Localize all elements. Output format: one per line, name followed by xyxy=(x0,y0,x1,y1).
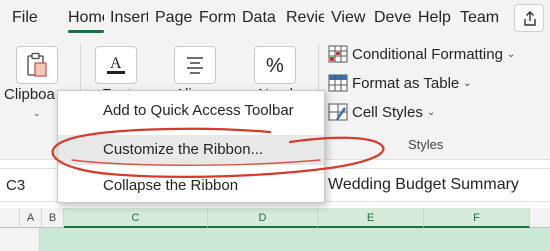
conditional-formatting-button[interactable]: Conditional Formatting ⌄ xyxy=(328,43,515,65)
clipboard-button[interactable] xyxy=(16,46,58,84)
font-color-icon: A xyxy=(107,55,125,74)
active-tab-indicator xyxy=(68,30,104,33)
menu-item-collapse-the-ribbon[interactable]: Collapse the Ribbon xyxy=(58,171,324,201)
tab-page-layout[interactable]: Page Layout xyxy=(155,9,193,27)
conditional-formatting-icon xyxy=(328,45,348,63)
select-all-corner[interactable] xyxy=(0,208,20,228)
tab-help[interactable]: Help xyxy=(418,9,454,27)
tab-data[interactable]: Data xyxy=(242,9,280,27)
menu-item-customize-the-ribbon[interactable]: Customize the Ribbon... xyxy=(58,135,324,165)
conditional-formatting-label: Conditional Formatting xyxy=(352,45,503,63)
tab-view[interactable]: View xyxy=(331,9,369,27)
clipboard-icon xyxy=(27,52,47,77)
styles-group-label: Styles xyxy=(408,137,444,152)
column-header-d[interactable]: D xyxy=(208,208,318,228)
column-header-c[interactable]: C xyxy=(64,208,208,228)
column-header-f[interactable]: F xyxy=(424,208,530,228)
tab-review[interactable]: Review xyxy=(286,9,324,27)
column-header-b[interactable]: B xyxy=(42,208,64,228)
selected-range[interactable] xyxy=(40,228,550,251)
alignment-button[interactable] xyxy=(174,46,216,84)
column-header-a[interactable]: A xyxy=(20,208,42,228)
ribbon-context-menu: Add to Quick Access Toolbar Customize th… xyxy=(57,90,325,203)
chevron-down-icon: ⌄ xyxy=(506,48,516,60)
formula-input[interactable]: Wedding Budget Summary xyxy=(328,176,519,194)
cell-styles-label: Cell Styles xyxy=(352,103,423,121)
tab-file[interactable]: File xyxy=(12,9,42,27)
cell-styles-icon xyxy=(328,103,348,121)
tab-insert[interactable]: Insert xyxy=(110,9,148,27)
cell-styles-button[interactable]: Cell Styles ⌄ xyxy=(328,101,435,123)
format-as-table-icon xyxy=(328,74,348,92)
chevron-down-icon[interactable]: ⌄ xyxy=(33,108,41,119)
number-button[interactable]: % xyxy=(254,46,296,84)
tab-home[interactable]: Home xyxy=(68,9,104,27)
share-button[interactable] xyxy=(514,4,544,32)
tab-team[interactable]: Team xyxy=(460,9,500,27)
share-icon xyxy=(524,11,536,26)
format-as-table-button[interactable]: Format as Table ⌄ xyxy=(328,72,472,94)
column-header-e[interactable]: E xyxy=(318,208,424,228)
svg-text:A: A xyxy=(110,55,122,72)
menu-item-add-to-quick-access-toolbar[interactable]: Add to Quick Access Toolbar xyxy=(58,96,324,126)
worksheet-grid[interactable] xyxy=(0,228,550,251)
chevron-down-icon: ⌄ xyxy=(463,77,472,89)
column-headers: A B C D E F xyxy=(0,208,550,228)
tab-developer[interactable]: Developer xyxy=(374,9,412,27)
percent-icon: % xyxy=(266,55,284,77)
tab-formulas[interactable]: Formulas xyxy=(199,9,235,27)
svg-text:%: % xyxy=(266,55,284,77)
align-center-icon xyxy=(187,57,203,74)
row-header[interactable] xyxy=(0,228,40,251)
clipboard-label: Clipboard xyxy=(4,86,56,103)
font-button[interactable]: A xyxy=(95,46,137,84)
chevron-down-icon: ⌄ xyxy=(426,106,436,118)
format-as-table-label: Format as Table xyxy=(352,74,460,92)
ribbon-tab-bar: File Home Insert Page Layout Formulas Da… xyxy=(0,0,550,36)
